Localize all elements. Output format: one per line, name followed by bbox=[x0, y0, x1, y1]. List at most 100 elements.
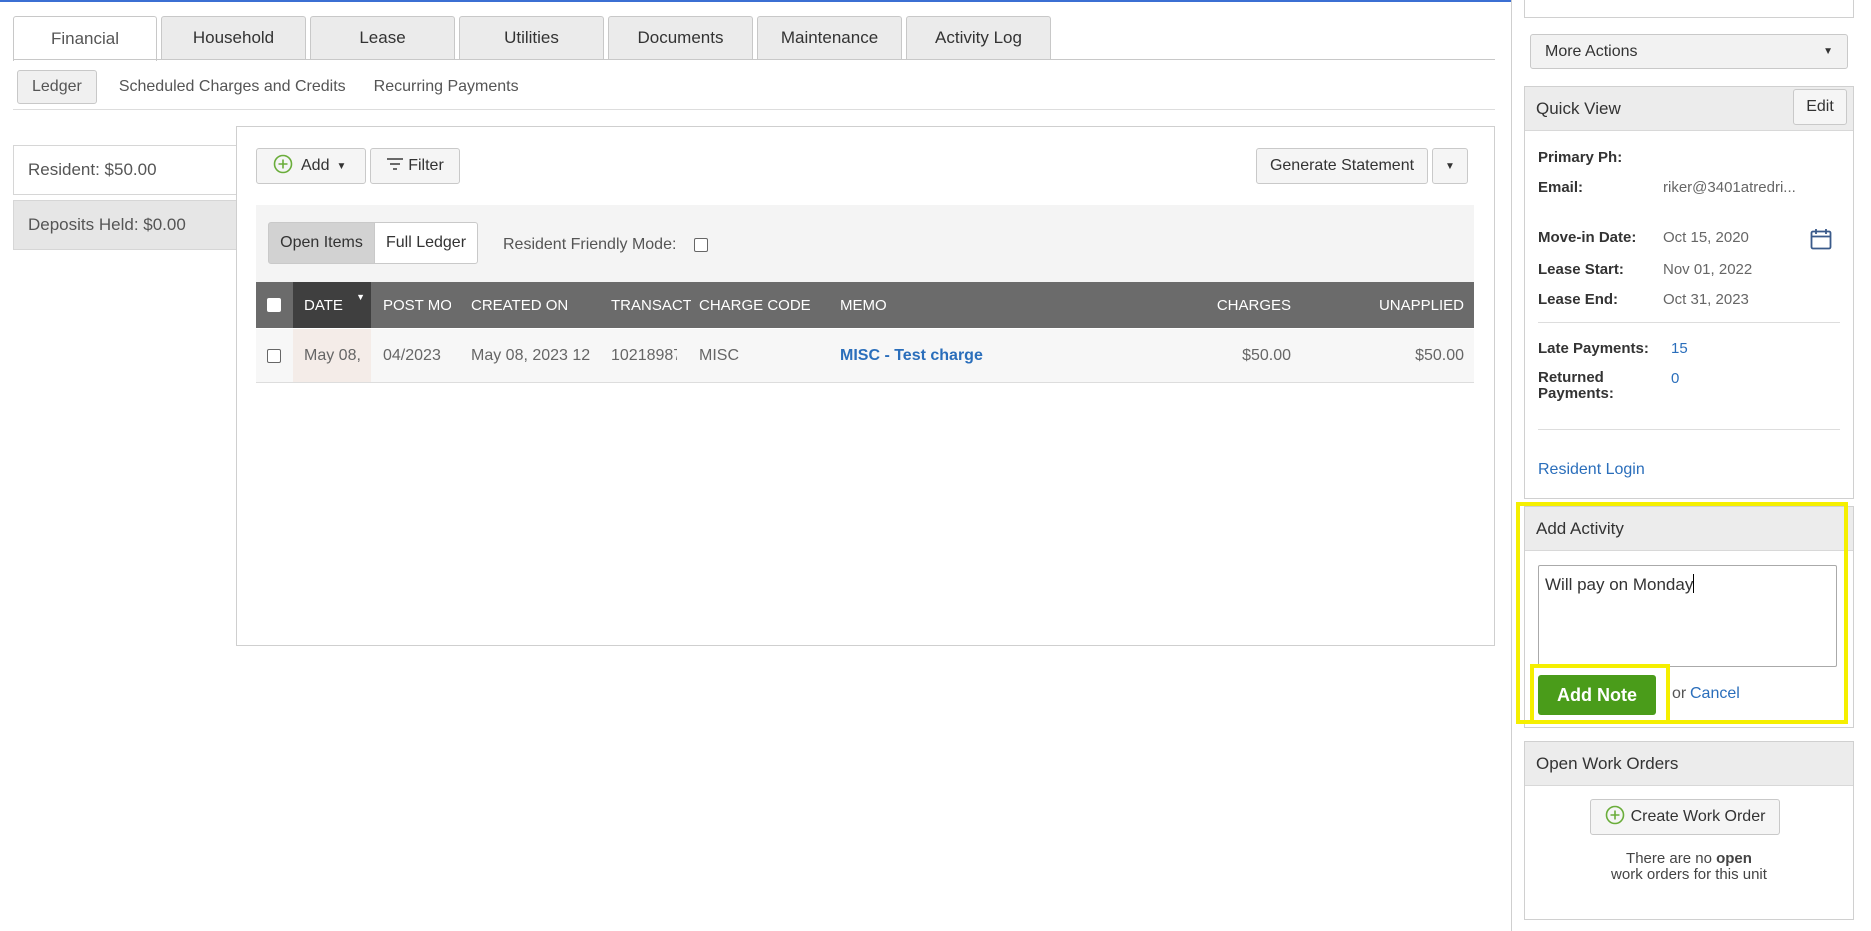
sub-tabs: Ledger Scheduled Charges and Credits Rec… bbox=[17, 70, 533, 104]
or-text: or bbox=[1672, 685, 1687, 702]
deposits-held-tab[interactable]: Deposits Held: $0.00 bbox=[13, 200, 237, 250]
select-all-checkbox[interactable] bbox=[267, 298, 281, 312]
sidebar-divider bbox=[1511, 0, 1512, 931]
move-in-date-value: Oct 15, 2020 bbox=[1663, 229, 1749, 246]
open-work-orders-title: Open Work Orders bbox=[1536, 753, 1679, 773]
activity-note-text: Will pay on Monday bbox=[1545, 575, 1694, 594]
add-note-label: Add Note bbox=[1557, 684, 1637, 705]
text-cursor bbox=[1693, 574, 1695, 593]
late-payments-label: Late Payments: bbox=[1538, 340, 1649, 357]
tabs-divider bbox=[13, 59, 1495, 60]
activity-note-textarea[interactable]: Will pay on Monday bbox=[1538, 565, 1837, 667]
tab-maintenance[interactable]: Maintenance bbox=[757, 16, 902, 59]
main-tabs: Financial Household Lease Utilities Docu… bbox=[13, 16, 1055, 61]
filter-button[interactable]: Filter bbox=[370, 148, 460, 184]
column-created-on[interactable]: CREATED ON bbox=[471, 282, 591, 328]
no-work-orders-line-1: There are no open bbox=[1626, 850, 1752, 867]
resident-balance-label: Resident: $50.00 bbox=[28, 160, 157, 179]
filter-button-label: Filter bbox=[408, 157, 444, 174]
table-row[interactable]: May 08, 04/2023 May 08, 2023 12 10218987… bbox=[256, 329, 1474, 383]
ledger-table-header: DATE ▼ POST MO CREATED ON TRANSACT CHARG… bbox=[256, 282, 1474, 328]
add-activity-header: Add Activity bbox=[1525, 507, 1853, 551]
subtab-recurring-payments[interactable]: Recurring Payments bbox=[360, 71, 533, 103]
cell-post-month: 04/2023 bbox=[383, 346, 441, 364]
returned-payments-label: Returned Payments: bbox=[1538, 370, 1614, 402]
cell-date: May 08, bbox=[293, 329, 371, 382]
subtab-ledger[interactable]: Ledger bbox=[17, 70, 97, 104]
more-actions-dropdown[interactable]: More Actions ▼ bbox=[1530, 34, 1848, 69]
subtabs-divider bbox=[13, 109, 1495, 110]
create-work-order-button[interactable]: Create Work Order bbox=[1590, 799, 1780, 835]
memo-link[interactable]: MISC - Test charge bbox=[840, 347, 983, 365]
column-charges[interactable]: CHARGES bbox=[1176, 282, 1291, 328]
create-work-order-label: Create Work Order bbox=[1630, 808, 1766, 825]
sort-desc-icon: ▼ bbox=[356, 292, 365, 302]
add-activity-title: Add Activity bbox=[1536, 518, 1624, 538]
caret-down-icon: ▼ bbox=[1445, 160, 1455, 172]
lease-end-value: Oct 31, 2023 bbox=[1663, 291, 1749, 308]
quick-view-title: Quick View bbox=[1536, 98, 1621, 118]
add-note-button[interactable]: Add Note bbox=[1538, 675, 1656, 715]
column-date[interactable]: DATE ▼ bbox=[293, 282, 371, 328]
ledger-panel bbox=[236, 126, 1495, 646]
returned-label-line-1: Returned bbox=[1538, 369, 1604, 386]
tab-activity-log[interactable]: Activity Log bbox=[906, 16, 1051, 59]
more-actions-label: More Actions bbox=[1545, 42, 1638, 60]
cell-transaction: 10218987 bbox=[611, 346, 677, 364]
cancel-link[interactable]: Cancel bbox=[1690, 685, 1740, 703]
email-label: Email: bbox=[1538, 179, 1584, 196]
tab-lease[interactable]: Lease bbox=[310, 16, 455, 59]
full-ledger-toggle[interactable]: Full Ledger bbox=[374, 222, 478, 264]
column-memo[interactable]: MEMO bbox=[840, 282, 940, 328]
resident-balance-tab[interactable]: Resident: $50.00 bbox=[13, 145, 237, 195]
open-items-toggle[interactable]: Open Items bbox=[268, 222, 375, 264]
calendar-icon[interactable] bbox=[1809, 227, 1833, 256]
add-button-label: Add bbox=[301, 157, 330, 174]
lease-end-label: Lease End: bbox=[1538, 291, 1619, 308]
no-work-orders-line-2: work orders for this unit bbox=[1611, 866, 1767, 883]
tab-financial[interactable]: Financial bbox=[13, 16, 157, 61]
quick-view-edit-button[interactable]: Edit bbox=[1793, 89, 1847, 125]
caret-down-icon: ▼ bbox=[336, 160, 347, 172]
late-payments-link[interactable]: 15 bbox=[1671, 340, 1688, 357]
row-select-cell bbox=[256, 329, 292, 382]
move-in-date-label: Move-in Date: bbox=[1538, 229, 1637, 246]
balance-card-partial bbox=[1524, 0, 1854, 18]
open-work-orders-header: Open Work Orders bbox=[1525, 742, 1853, 786]
no-work-orders-message: There are no open work orders for this u… bbox=[1524, 851, 1854, 883]
cell-created-on: May 08, 2023 12 bbox=[471, 346, 591, 364]
cell-charges: $50.00 bbox=[1242, 346, 1291, 364]
tab-documents[interactable]: Documents bbox=[608, 16, 753, 59]
row-checkbox[interactable] bbox=[267, 348, 281, 363]
generate-statement-dropdown[interactable]: ▼ bbox=[1432, 148, 1468, 184]
column-unapplied[interactable]: UNAPPLIED bbox=[1336, 282, 1464, 328]
plus-circle-icon bbox=[273, 154, 293, 179]
top-accent-line bbox=[0, 0, 1512, 2]
plus-circle-icon bbox=[1605, 805, 1625, 830]
lease-start-value: Nov 01, 2022 bbox=[1663, 261, 1753, 278]
lease-start-label: Lease Start: bbox=[1538, 261, 1624, 278]
returned-payments-link[interactable]: 0 bbox=[1671, 370, 1679, 387]
returned-label-line-2: Payments: bbox=[1538, 385, 1614, 402]
column-charge-code[interactable]: CHARGE CODE bbox=[699, 282, 829, 328]
subtab-scheduled-charges[interactable]: Scheduled Charges and Credits bbox=[105, 71, 360, 103]
tab-utilities[interactable]: Utilities bbox=[459, 16, 604, 59]
select-all-cell bbox=[256, 282, 292, 328]
deposits-held-label: Deposits Held: $0.00 bbox=[28, 215, 186, 234]
caret-down-icon: ▼ bbox=[1823, 46, 1833, 57]
primary-phone-label: Primary Ph: bbox=[1538, 149, 1623, 166]
add-button[interactable]: Add ▼ bbox=[256, 148, 366, 184]
resident-friendly-mode-checkbox[interactable] bbox=[694, 238, 708, 252]
column-transaction[interactable]: TRANSACT bbox=[611, 282, 691, 328]
quick-view-divider bbox=[1538, 322, 1840, 323]
edit-label: Edit bbox=[1806, 98, 1834, 115]
generate-statement-label: Generate Statement bbox=[1269, 157, 1415, 174]
cell-memo: MISC - Test charge bbox=[840, 329, 1090, 382]
column-post-month[interactable]: POST MO bbox=[383, 282, 451, 328]
generate-statement-button[interactable]: Generate Statement bbox=[1256, 148, 1428, 184]
tab-household[interactable]: Household bbox=[161, 16, 306, 59]
resident-login-link[interactable]: Resident Login bbox=[1538, 461, 1645, 479]
filter-icon bbox=[386, 156, 404, 177]
email-value: riker@3401atredri... bbox=[1663, 179, 1796, 196]
quick-view-divider bbox=[1538, 429, 1840, 430]
